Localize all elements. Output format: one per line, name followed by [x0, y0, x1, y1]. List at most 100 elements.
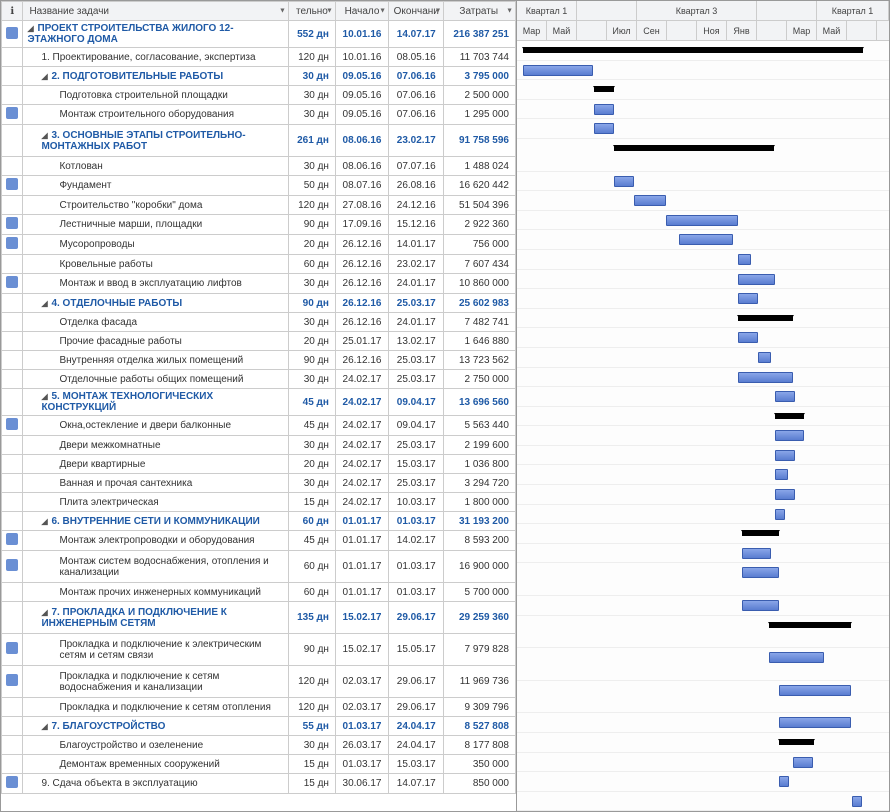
- cost-cell[interactable]: 2 199 600: [444, 436, 516, 455]
- task-bar[interactable]: [775, 469, 788, 480]
- gantt-row[interactable]: [517, 61, 889, 81]
- gantt-row[interactable]: [517, 792, 889, 812]
- duration-cell[interactable]: 90 дн: [288, 351, 335, 370]
- name-cell[interactable]: Котлован: [23, 157, 289, 176]
- start-cell[interactable]: 30.06.17: [335, 774, 388, 794]
- task-bar[interactable]: [852, 796, 862, 807]
- task-row[interactable]: Монтаж и ввод в эксплуатацию лифтов30 дн…: [2, 274, 516, 294]
- duration-cell[interactable]: 15 дн: [288, 493, 335, 512]
- task-row[interactable]: Отделочные работы общих помещений30 дн24…: [2, 370, 516, 389]
- start-cell[interactable]: 01.03.17: [335, 717, 388, 736]
- start-cell[interactable]: 01.01.17: [335, 583, 388, 602]
- start-cell[interactable]: 01.01.17: [335, 512, 388, 531]
- cost-cell[interactable]: 2 500 000: [444, 86, 516, 105]
- finish-cell[interactable]: 24.01.17: [389, 313, 444, 332]
- task-bar[interactable]: [758, 352, 771, 363]
- start-cell[interactable]: 10.01.16: [335, 21, 388, 48]
- duration-cell[interactable]: 552 дн: [288, 21, 335, 48]
- name-cell[interactable]: ◢3. ОСНОВНЫЕ ЭТАПЫ СТРОИТЕЛЬНО-МОНТАЖНЫХ…: [23, 125, 289, 157]
- name-cell[interactable]: Благоустройство и озеленение: [23, 736, 289, 755]
- task-bar[interactable]: [779, 776, 789, 787]
- dropdown-icon[interactable]: ▼: [326, 8, 333, 15]
- finish-cell[interactable]: 13.02.17: [389, 332, 444, 351]
- finish-cell[interactable]: 15.03.17: [389, 455, 444, 474]
- start-cell[interactable]: 10.01.16: [335, 48, 388, 67]
- start-cell[interactable]: 09.05.16: [335, 67, 388, 86]
- gantt-row[interactable]: [517, 80, 889, 100]
- finish-cell[interactable]: 07.07.16: [389, 157, 444, 176]
- gantt-row[interactable]: [517, 596, 889, 616]
- task-bar[interactable]: [775, 391, 795, 402]
- task-row[interactable]: Ванная и прочая сантехника30 дн24.02.172…: [2, 474, 516, 493]
- duration-cell[interactable]: 90 дн: [288, 294, 335, 313]
- duration-cell[interactable]: 30 дн: [288, 86, 335, 105]
- finish-cell[interactable]: 14.07.17: [389, 21, 444, 48]
- start-cell[interactable]: 02.03.17: [335, 666, 388, 698]
- name-cell[interactable]: ◢4. ОТДЕЛОЧНЫЕ РАБОТЫ: [23, 294, 289, 313]
- duration-cell[interactable]: 15 дн: [288, 774, 335, 794]
- start-cell[interactable]: 09.05.16: [335, 105, 388, 125]
- task-row[interactable]: 9. Сдача объекта в эксплуатацию15 дн30.0…: [2, 774, 516, 794]
- name-cell[interactable]: Демонтаж временных сооружений: [23, 755, 289, 774]
- name-cell[interactable]: 1. Проектирование, согласование, эксперт…: [23, 48, 289, 67]
- task-bar[interactable]: [793, 757, 813, 768]
- start-cell[interactable]: 08.06.16: [335, 157, 388, 176]
- task-row[interactable]: Прокладка и подключение к сетям водоснаб…: [2, 666, 516, 698]
- finish-cell[interactable]: 25.03.17: [389, 351, 444, 370]
- col-name[interactable]: Название задачи▼: [23, 2, 289, 21]
- cost-cell[interactable]: 1 488 024: [444, 157, 516, 176]
- task-bar[interactable]: [738, 372, 793, 383]
- duration-cell[interactable]: 45 дн: [288, 416, 335, 436]
- cost-cell[interactable]: 7 607 434: [444, 255, 516, 274]
- task-row[interactable]: Прочие фасадные работы20 дн25.01.1713.02…: [2, 332, 516, 351]
- start-cell[interactable]: 01.01.17: [335, 531, 388, 551]
- task-row[interactable]: Лестничные марши, площадки90 дн17.09.161…: [2, 215, 516, 235]
- task-row[interactable]: ◢3. ОСНОВНЫЕ ЭТАПЫ СТРОИТЕЛЬНО-МОНТАЖНЫХ…: [2, 125, 516, 157]
- gantt-row[interactable]: [517, 309, 889, 329]
- cost-cell[interactable]: 350 000: [444, 755, 516, 774]
- gantt-chart-panel[interactable]: Квартал 1Квартал 3Квартал 1 МарМайИюлСен…: [517, 1, 889, 811]
- duration-cell[interactable]: 60 дн: [288, 583, 335, 602]
- task-row[interactable]: ◢7. ПРОКЛАДКА И ПОДКЛЮЧЕНИЕ К ИНЖЕНЕРНЫМ…: [2, 602, 516, 634]
- gantt-row[interactable]: [517, 368, 889, 388]
- start-cell[interactable]: 26.12.16: [335, 235, 388, 255]
- gantt-row[interactable]: [517, 41, 889, 61]
- gantt-row[interactable]: [517, 616, 889, 649]
- task-row[interactable]: ◢6. ВНУТРЕННИЕ СЕТИ И КОММУНИКАЦИИ60 дн0…: [2, 512, 516, 531]
- task-bar[interactable]: [779, 685, 851, 696]
- task-row[interactable]: ◢ПРОЕКТ СТРОИТЕЛЬСТВА ЖИЛОГО 12-ЭТАЖНОГО…: [2, 21, 516, 48]
- finish-cell[interactable]: 15.03.17: [389, 755, 444, 774]
- start-cell[interactable]: 26.03.17: [335, 736, 388, 755]
- finish-cell[interactable]: 25.03.17: [389, 474, 444, 493]
- name-cell[interactable]: ◢5. МОНТАЖ ТЕХНОЛОГИЧЕСКИХ КОНСТРУКЦИЙ: [23, 389, 289, 416]
- task-row[interactable]: ◢2. ПОДГОТОВИТЕЛЬНЫЕ РАБОТЫ30 дн09.05.16…: [2, 67, 516, 86]
- name-cell[interactable]: Лестничные марши, площадки: [23, 215, 289, 235]
- task-row[interactable]: Монтаж строительного оборудования30 дн09…: [2, 105, 516, 125]
- cost-cell[interactable]: 91 758 596: [444, 125, 516, 157]
- task-row[interactable]: Мусоропроводы20 дн26.12.1614.01.17756 00…: [2, 235, 516, 255]
- name-cell[interactable]: Монтаж систем водоснабжения, отопления и…: [23, 551, 289, 583]
- name-cell[interactable]: 9. Сдача объекта в эксплуатацию: [23, 774, 289, 794]
- task-row[interactable]: ◢4. ОТДЕЛОЧНЫЕ РАБОТЫ90 дн26.12.1625.03.…: [2, 294, 516, 313]
- gantt-row[interactable]: [517, 681, 889, 714]
- gantt-row[interactable]: [517, 250, 889, 270]
- col-info[interactable]: ℹ: [2, 2, 23, 21]
- cost-cell[interactable]: 10 860 000: [444, 274, 516, 294]
- start-cell[interactable]: 26.12.16: [335, 294, 388, 313]
- task-row[interactable]: Прокладка и подключение к сетям отоплени…: [2, 698, 516, 717]
- duration-cell[interactable]: 15 дн: [288, 755, 335, 774]
- name-cell[interactable]: ◢ПРОЕКТ СТРОИТЕЛЬСТВА ЖИЛОГО 12-ЭТАЖНОГО…: [23, 21, 289, 48]
- duration-cell[interactable]: 30 дн: [288, 474, 335, 493]
- collapse-icon[interactable]: ◢: [41, 722, 49, 731]
- cost-cell[interactable]: 1 800 000: [444, 493, 516, 512]
- finish-cell[interactable]: 25.03.17: [389, 436, 444, 455]
- start-cell[interactable]: 26.12.16: [335, 274, 388, 294]
- summary-bar[interactable]: [769, 622, 851, 628]
- cost-cell[interactable]: 13 696 560: [444, 389, 516, 416]
- name-cell[interactable]: Плита электрическая: [23, 493, 289, 512]
- duration-cell[interactable]: 120 дн: [288, 196, 335, 215]
- cost-cell[interactable]: 8 527 808: [444, 717, 516, 736]
- name-cell[interactable]: Отделочные работы общих помещений: [23, 370, 289, 389]
- duration-cell[interactable]: 45 дн: [288, 389, 335, 416]
- finish-cell[interactable]: 01.03.17: [389, 551, 444, 583]
